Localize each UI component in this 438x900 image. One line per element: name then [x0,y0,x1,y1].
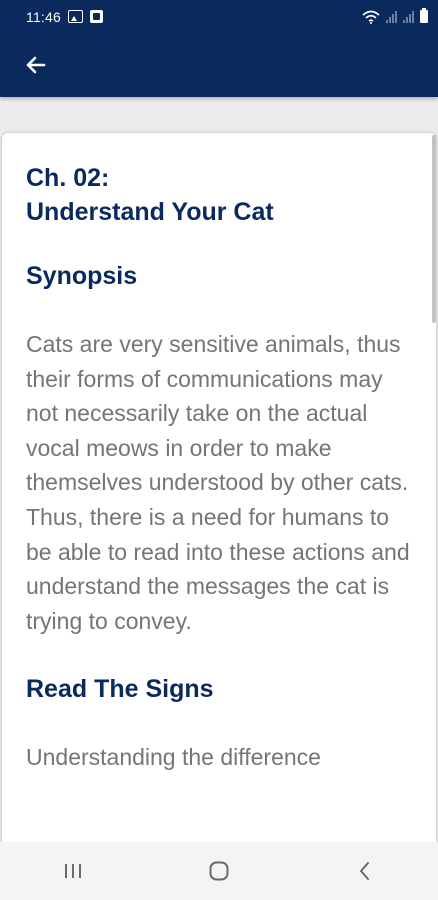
home-icon [209,861,229,881]
chapter-card: Ch. 02: Understand Your Cat Synopsis Cat… [2,133,436,853]
wifi-icon [362,10,380,24]
chapter-number: Ch. 02: [26,164,110,192]
chapter-title: Ch. 02: Understand Your Cat [26,161,412,229]
app-bar [0,33,438,97]
app-notification-icon [90,10,103,23]
arrow-left-icon [26,56,46,74]
system-back-button[interactable] [345,851,385,891]
signs-text: Understanding the difference [26,744,321,771]
back-button[interactable] [20,49,52,81]
status-left: 11:46 [26,9,103,25]
synopsis-text: Cats are very sensitive animals, thus th… [26,331,410,634]
battery-icon [420,8,428,23]
signal-1-icon [386,10,397,23]
recents-button[interactable] [53,851,93,891]
chapter-name: Understand Your Cat [26,198,274,226]
recents-icon [65,864,81,878]
navigation-bar [0,842,438,900]
status-time: 11:46 [26,8,61,25]
signal-2-icon [403,10,414,23]
back-chevron-icon [360,862,369,880]
home-button[interactable] [199,851,239,891]
status-right [362,8,428,24]
gallery-notification-icon [68,10,83,23]
status-bar: 11:46 [0,0,438,33]
synopsis-heading: Synopsis [26,262,138,290]
scrollbar-thumb[interactable] [432,135,436,323]
signs-heading: Read The Signs [26,675,214,704]
